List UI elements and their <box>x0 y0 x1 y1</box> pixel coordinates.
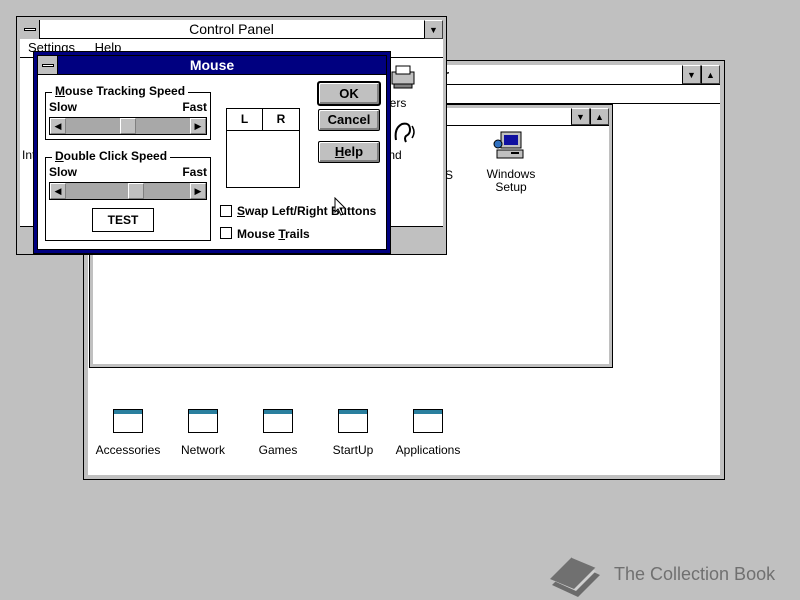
swap-key: S <box>237 204 246 218</box>
scroll-left-icon[interactable]: ◀ <box>50 183 66 199</box>
group-minimize-button[interactable]: ▼ <box>571 108 590 125</box>
program-group-icon <box>263 409 293 433</box>
double-click-thumb[interactable] <box>128 183 144 199</box>
watermark-text: The Collection Book <box>614 564 776 584</box>
control-panel-minimize-button[interactable]: ▼ <box>424 20 443 39</box>
sound-icon <box>394 122 415 143</box>
double-click-key: D <box>55 149 64 163</box>
group-icon-accessories[interactable]: Accessories <box>88 409 168 459</box>
test-box[interactable]: TEST <box>92 208 154 232</box>
trails-rest: rails <box>285 227 310 241</box>
mouse-buttons-diagram: L R <box>226 108 300 188</box>
trails-prefix: Mouse <box>237 227 279 241</box>
program-group-icon <box>413 409 443 433</box>
tracking-speed-key: M <box>55 84 65 98</box>
help-text: elp <box>344 144 364 159</box>
tracking-fast-label: Fast <box>182 100 207 114</box>
book-icon <box>550 556 600 597</box>
tracking-speed-thumb[interactable] <box>120 118 136 134</box>
group-icon-network[interactable]: Network <box>163 409 243 459</box>
maximize-button[interactable]: ▲ <box>701 65 720 84</box>
watermark: The Collection Book <box>548 551 788 597</box>
tracking-speed-label: ouse Tracking Speed <box>65 84 186 98</box>
help-key: H <box>334 144 345 159</box>
control-panel-titlebar[interactable]: Control Panel ▼ <box>20 20 443 39</box>
control-panel-system-menu-icon[interactable] <box>20 20 40 39</box>
scroll-right-icon[interactable]: ▶ <box>190 118 206 134</box>
windows-setup-label: Windows Setup <box>486 167 536 194</box>
swap-buttons-checkbox[interactable] <box>220 205 232 217</box>
tracking-slow-label: Slow <box>49 100 78 114</box>
swap-text: wap Left/Right Buttons <box>245 204 377 218</box>
group-label: Applications <box>395 443 461 457</box>
mouse-cursor-icon <box>334 197 347 216</box>
double-click-scrollbar[interactable]: ◀ ▶ <box>49 182 207 200</box>
double-click-group: Double Click Speed Slow Fast ◀ ▶ TEST <box>45 149 211 241</box>
mouse-dialog-body: Mouse Mouse Tracking Speed Slow Fast ◀ ▶… <box>37 55 387 250</box>
windows-setup-icon <box>493 131 524 159</box>
right-button-label: R <box>263 109 299 131</box>
program-group-icon <box>113 409 143 433</box>
group-icon-applications[interactable]: Applications <box>388 409 468 459</box>
swap-buttons-label[interactable]: Swap Left/Right Buttons <box>237 204 376 218</box>
program-group-icon <box>338 409 368 433</box>
trails-key: T <box>278 227 286 241</box>
group-maximize-button[interactable]: ▲ <box>590 108 609 125</box>
windows-setup-item[interactable]: Windows Setup <box>471 130 551 194</box>
control-panel-title: Control Panel <box>189 21 274 37</box>
double-click-fast-label: Fast <box>182 165 207 179</box>
double-click-label: ouble Click Speed <box>63 149 168 163</box>
minimize-button[interactable]: ▼ <box>682 65 701 84</box>
mouse-dialog-titlebar[interactable]: Mouse <box>38 56 386 75</box>
printer-icon <box>391 65 415 89</box>
tracking-speed-scrollbar[interactable]: ◀ ▶ <box>49 117 207 135</box>
mouse-dialog: Mouse Mouse Tracking Speed Slow Fast ◀ ▶… <box>33 51 391 254</box>
mouse-trails-label[interactable]: Mouse Trails <box>237 227 310 241</box>
cancel-button[interactable]: Cancel <box>318 109 380 131</box>
scroll-left-icon[interactable]: ◀ <box>50 118 66 134</box>
program-group-icon <box>188 409 218 433</box>
mouse-dialog-title: Mouse <box>189 57 235 73</box>
group-icon-games[interactable]: Games <box>238 409 318 459</box>
mouse-trails-checkbox[interactable] <box>220 227 232 239</box>
double-click-slow-label: Slow <box>49 165 78 179</box>
tracking-speed-legend: Mouse Tracking Speed <box>52 84 189 98</box>
mouse-system-menu-icon[interactable] <box>38 56 58 74</box>
double-click-legend: Double Click Speed <box>52 149 171 163</box>
ok-button[interactable]: OK <box>317 81 381 106</box>
scroll-right-icon[interactable]: ▶ <box>190 183 206 199</box>
partial-icon-label: S <box>445 168 454 182</box>
group-icon-startup[interactable]: StartUp <box>313 409 393 459</box>
left-button-label: L <box>227 109 263 131</box>
tracking-speed-group: Mouse Tracking Speed Slow Fast ◀ ▶ <box>45 84 211 140</box>
help-button[interactable]: Help <box>318 141 380 163</box>
